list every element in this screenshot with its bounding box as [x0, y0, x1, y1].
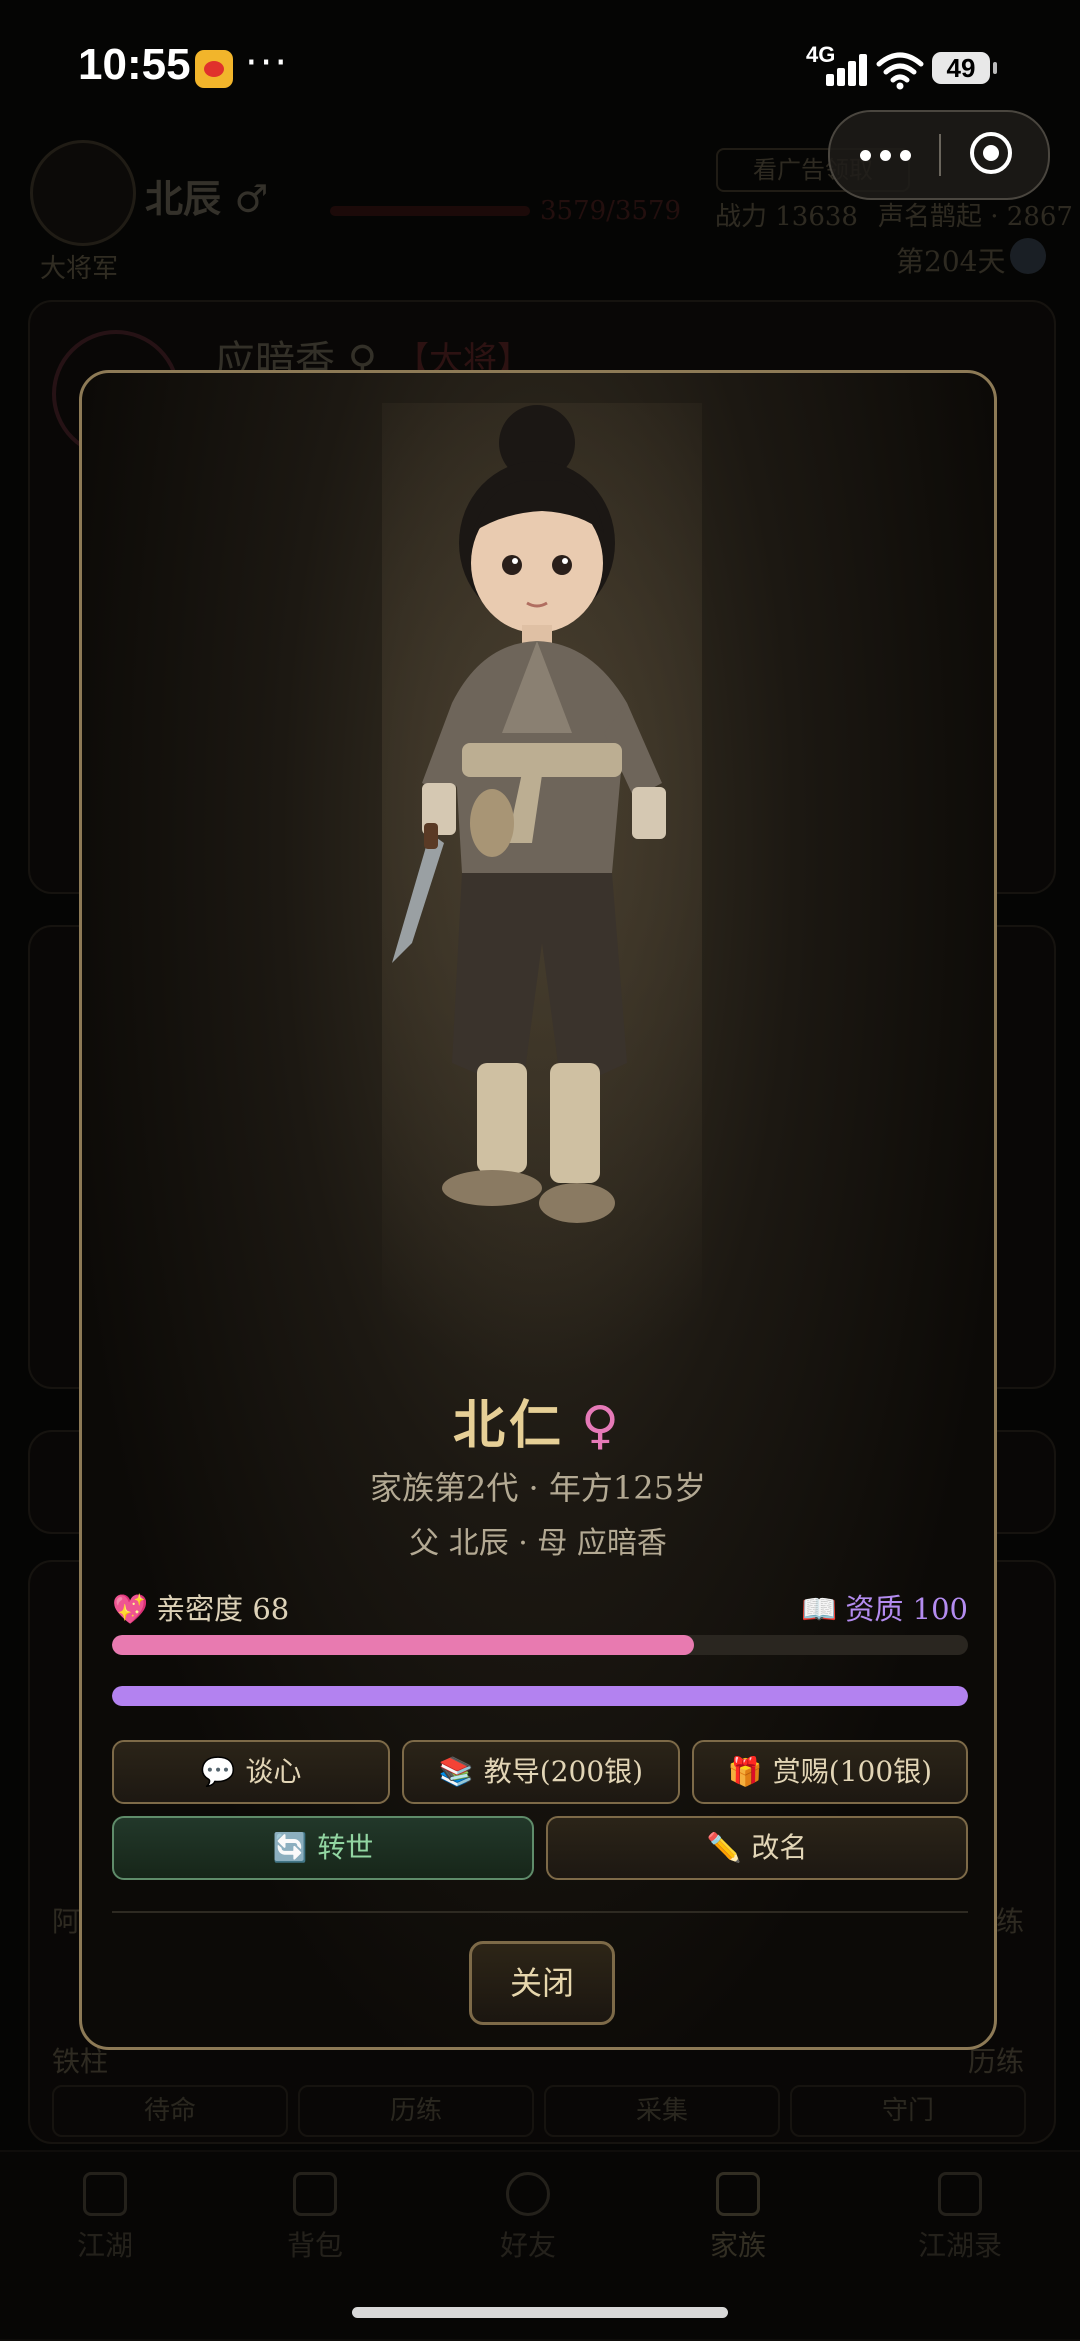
wifi-icon — [876, 52, 924, 90]
more-notifications: ··· — [245, 40, 290, 86]
aptitude-progress-bar — [112, 1686, 968, 1706]
child-generation-age: 家族第2代 · 年方125岁 — [370, 1469, 706, 1507]
home-indicator[interactable] — [352, 2307, 728, 2318]
child-parents: 父 北辰 · 母 应暗香 — [409, 1526, 667, 1561]
rename-button[interactable]: ✏️ 改名 — [546, 1816, 968, 1880]
heart-icon: 💖 — [112, 1592, 149, 1626]
child-name-text: 北仁 — [452, 1395, 565, 1456]
cycle-arrows-icon: 🔄 — [272, 1831, 308, 1864]
intimacy-progress-bar — [112, 1635, 968, 1655]
child-portrait — [382, 403, 702, 1383]
close-miniprogram-icon[interactable] — [970, 132, 1012, 174]
pencil-icon: ✏️ — [706, 1831, 742, 1864]
signal-icon — [822, 52, 867, 86]
weibo-icon — [195, 50, 233, 88]
reward-button[interactable]: 🎁 赏赐(100银) — [692, 1740, 968, 1804]
rebirth-label: 转世 — [317, 1831, 374, 1864]
aptitude-progress-fill — [112, 1686, 968, 1706]
aptitude-stat: 📖 资质 100 — [801, 1586, 968, 1628]
miniprogram-capsule — [828, 110, 1050, 200]
more-dots-icon[interactable] — [860, 140, 930, 170]
teach-button[interactable]: 📚 教导(200银) — [402, 1740, 680, 1804]
capsule-divider — [939, 134, 941, 176]
intimacy-label: 亲密度 68 — [156, 1592, 290, 1626]
reward-label: 赏赐(100银) — [772, 1755, 933, 1788]
clock: 10:55 — [78, 40, 191, 89]
modal-divider — [112, 1911, 968, 1913]
close-button[interactable]: 关闭 — [469, 1941, 615, 2025]
books-icon: 📚 — [438, 1755, 474, 1788]
talk-label: 谈心 — [245, 1755, 302, 1788]
rebirth-button[interactable]: 🔄 转世 — [112, 1816, 534, 1880]
rename-label: 改名 — [751, 1831, 808, 1864]
aptitude-label: 资质 100 — [845, 1592, 968, 1626]
female-icon: ♀ — [581, 1396, 624, 1456]
intimacy-stat: 💖 亲密度 68 — [112, 1586, 289, 1628]
teach-label: 教导(200银) — [483, 1755, 644, 1788]
child-name: 北仁 ♀ — [82, 1383, 994, 1458]
battery-icon: 49 — [932, 52, 997, 84]
speech-bubble-icon: 💬 — [200, 1755, 236, 1788]
intimacy-progress-fill — [112, 1635, 695, 1655]
child-detail-modal: 北仁 ♀ 家族第2代 · 年方125岁 父 北辰 · 母 应暗香 💖 亲密度 68 … — [79, 370, 997, 2050]
talk-button[interactable]: 💬 谈心 — [112, 1740, 390, 1804]
book-icon: 📖 — [801, 1592, 838, 1626]
gift-icon: 🎁 — [727, 1755, 763, 1788]
